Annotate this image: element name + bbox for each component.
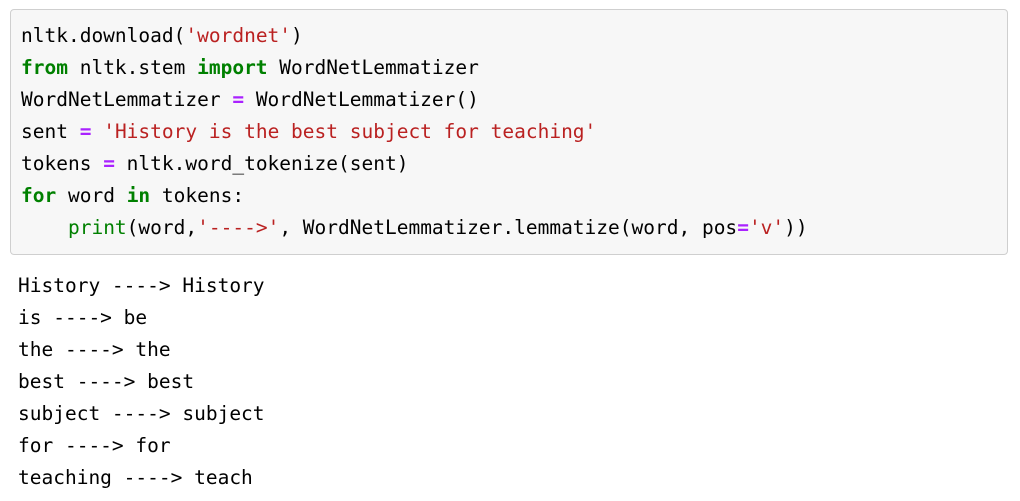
code-token: = [737, 216, 749, 239]
code-token: word [56, 184, 127, 207]
code-token: = [103, 152, 115, 175]
output-line: for ----> for [18, 434, 171, 457]
code-input-cell[interactable]: nltk.download('wordnet') from nltk.stem i… [10, 9, 1008, 255]
code-token: from [21, 56, 68, 79]
code-token: nltk.stem [67, 56, 198, 79]
code-line: print(word,'---->', WordNetLemmatizer.le… [21, 212, 1007, 244]
code-token: tokens: [150, 184, 245, 207]
code-token: print [67, 216, 127, 239]
code-token: in [126, 184, 151, 207]
code-token: WordNetLemmatizer() [244, 88, 479, 111]
output-line: History ----> History [18, 274, 265, 297]
cell-output-area: History ----> History is ----> be the ----… [18, 270, 1008, 494]
notebook-cell-page: nltk.download('wordnet') from nltk.stem i… [0, 0, 1020, 501]
code-line: from nltk.stem import WordNetLemmatizer [21, 52, 1007, 84]
code-token: 'wordnet' [185, 24, 292, 47]
code-token: WordNetLemmatizer [21, 88, 233, 111]
code-line: WordNetLemmatizer = WordNetLemmatizer() [21, 84, 1007, 116]
code-token: nltk.word_tokenize(sent) [114, 152, 409, 175]
code-token: (word, [126, 216, 198, 239]
output-line: teaching ----> teach [18, 466, 253, 489]
code-token: , WordNetLemmatizer.lemmatize(word, pos [279, 216, 738, 239]
code-line: sent = 'History is the best subject for … [21, 116, 1007, 148]
code-line: nltk.download('wordnet') [21, 20, 1007, 52]
output-line: subject ----> subject [18, 402, 265, 425]
code-token: sent [21, 120, 80, 143]
code-token: = [79, 120, 92, 143]
code-line: tokens = nltk.word_tokenize(sent) [21, 148, 1007, 180]
code-line: for word in tokens: [21, 180, 1007, 212]
code-token: tokens [21, 152, 104, 175]
output-line: is ----> be [18, 306, 148, 329]
output-line: the ----> the [18, 338, 171, 361]
code-token: )) [784, 216, 808, 239]
output-stream-text: History ----> History is ----> be the ----… [18, 270, 1008, 494]
code-source[interactable]: nltk.download('wordnet') from nltk.stem i… [11, 20, 1007, 244]
code-token: = [232, 88, 245, 111]
output-line: best ----> best [18, 370, 195, 393]
code-token: '---->' [197, 216, 280, 239]
code-token: ) [291, 24, 303, 47]
code-token: WordNetLemmatizer [267, 56, 479, 79]
code-token: nltk.download( [21, 24, 186, 47]
code-token: import [197, 56, 268, 79]
code-token: 'v' [748, 216, 785, 239]
code-token: 'History is the best subject for teachin… [103, 120, 597, 143]
code-token: for [21, 184, 57, 207]
